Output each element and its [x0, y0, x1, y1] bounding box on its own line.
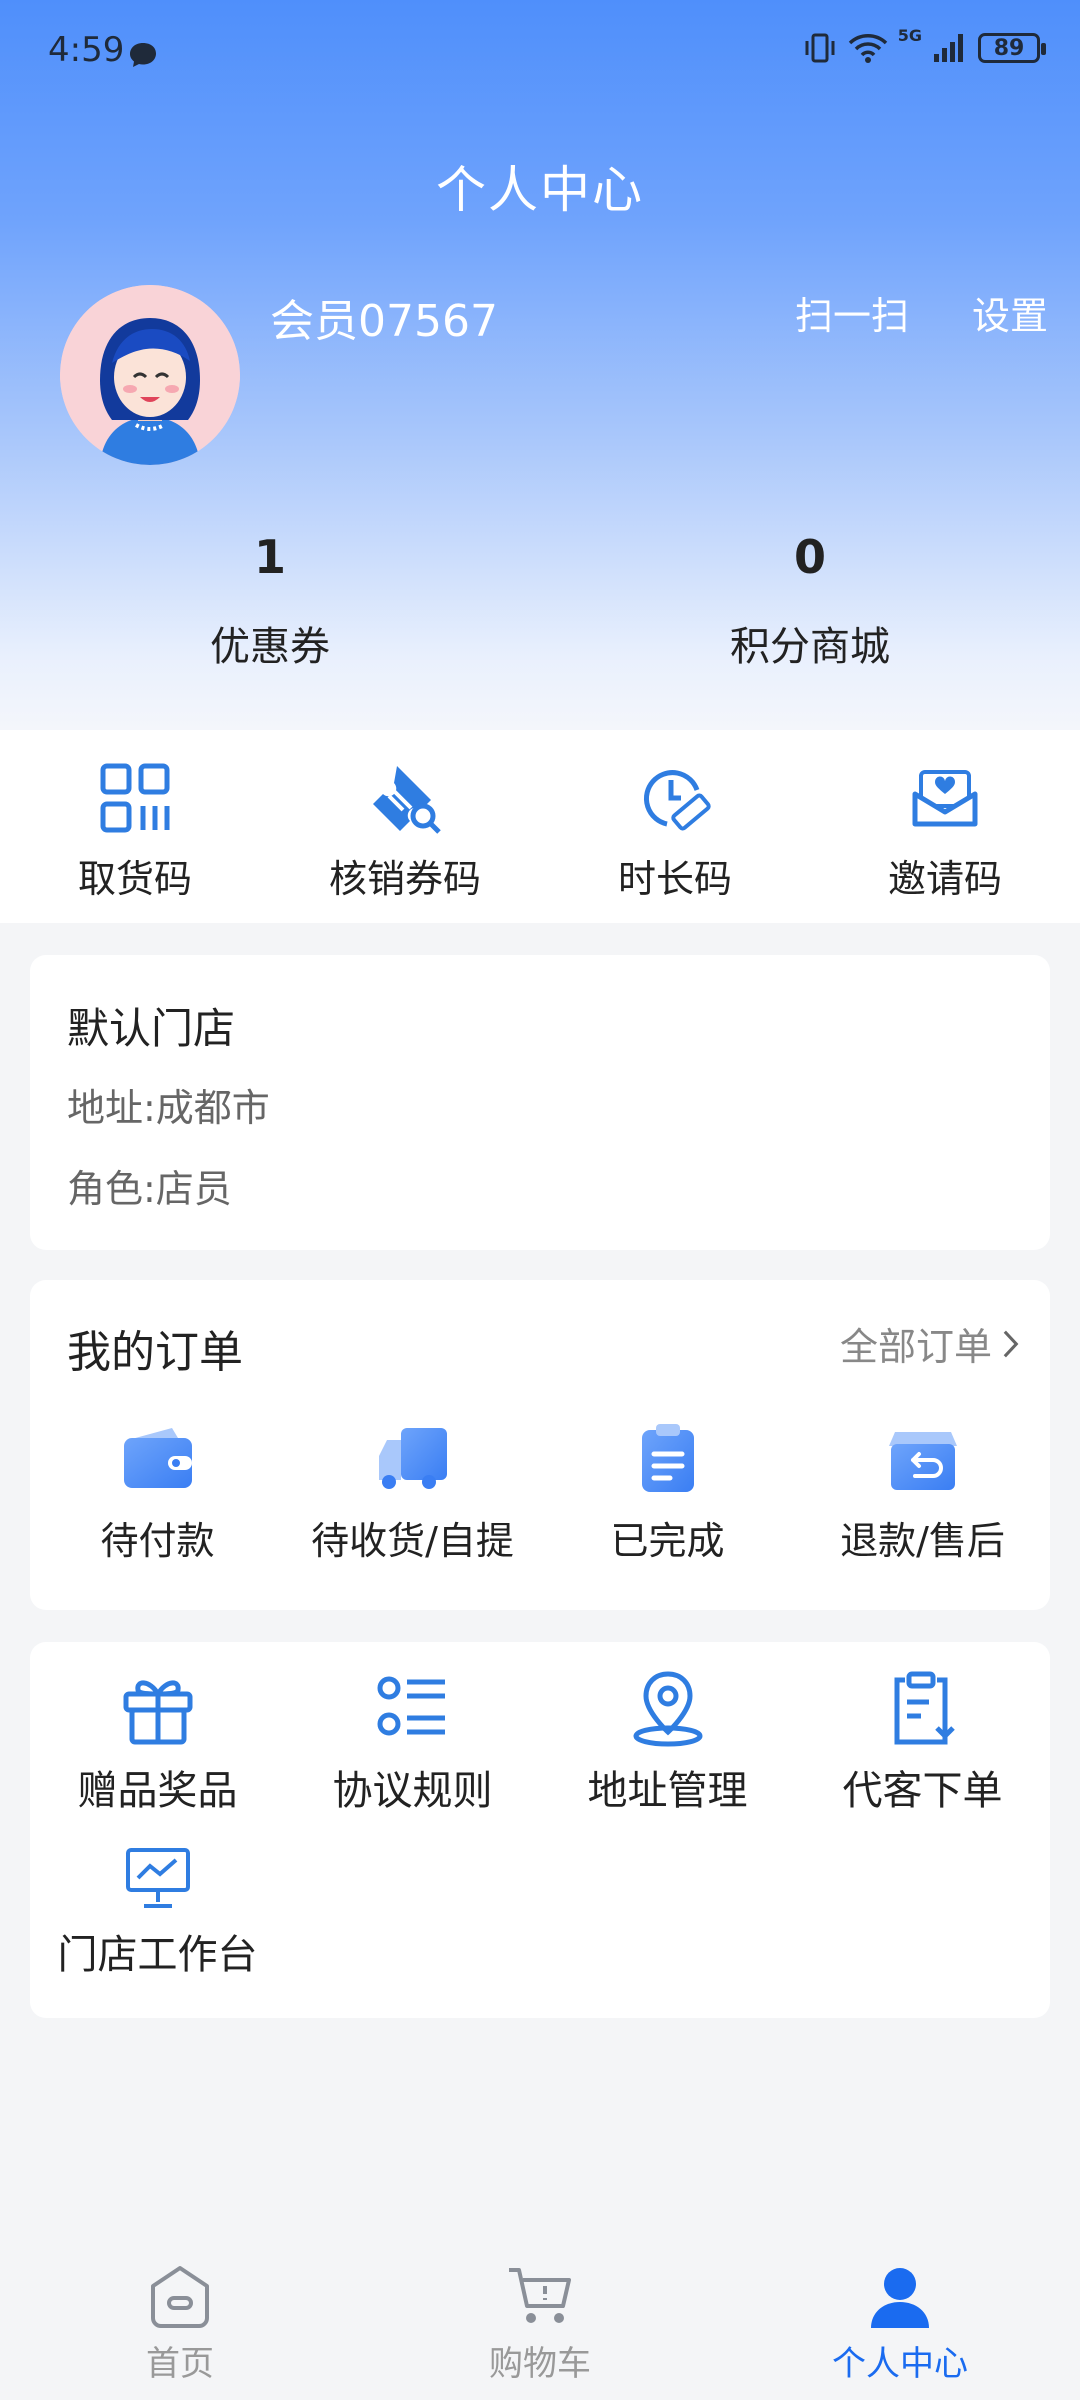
service-label: 赠品奖品: [77, 1768, 238, 1814]
coupon-stat[interactable]: 1 优惠券: [120, 530, 420, 672]
tool-label: 核销券码: [328, 857, 481, 901]
tool-invite-code[interactable]: 邀请码: [810, 730, 1080, 923]
coupon-label: 优惠券: [210, 624, 330, 670]
points-label: 积分商城: [730, 624, 890, 670]
orders-title: 我的订单: [67, 1327, 243, 1378]
location-pin-icon: [633, 1671, 702, 1747]
status-bar: 4:59 5G 89: [0, 0, 1080, 105]
clock-ruler-icon: [644, 770, 711, 831]
clipboard-download-icon: [894, 1671, 955, 1745]
scan-button[interactable]: 扫一扫: [795, 285, 909, 340]
order-pending-delivery[interactable]: 待收货/自提: [285, 1420, 540, 1565]
gift-icon: [123, 1680, 192, 1745]
service-proxy-order[interactable]: 代客下单: [795, 1668, 1050, 1844]
nav-label: 个人中心: [832, 2344, 968, 2384]
tool-label: 时长码: [617, 857, 732, 901]
tool-pickup-code[interactable]: 取货码: [0, 730, 270, 923]
order-item-label: 退款/售后: [840, 1519, 1005, 1563]
message-icon: [128, 38, 158, 67]
order-completed[interactable]: 已完成: [540, 1420, 795, 1565]
service-label: 代客下单: [842, 1768, 1003, 1814]
order-item-label: 待付款: [100, 1519, 215, 1563]
list-icon: [377, 1676, 445, 1736]
services-grid: 赠品奖品 协议规则 地址管理 代客下单 门店工作台: [30, 1668, 1050, 2020]
points-stat[interactable]: 0 积分商城: [660, 530, 960, 672]
invite-envelope-icon: [912, 770, 978, 827]
service-agreements[interactable]: 协议规则: [285, 1668, 540, 1844]
service-store-workbench[interactable]: 门店工作台: [30, 1844, 285, 2020]
store-role: 角色:店员: [67, 1167, 232, 1211]
order-status-row: 待付款 待收货/自提 已完成 退款/售后: [30, 1420, 1050, 1565]
tool-label: 邀请码: [887, 857, 1002, 901]
qr-grid-icon: [100, 763, 170, 833]
nav-label: 首页: [146, 2344, 214, 2384]
cart-icon: [509, 2268, 571, 2323]
nav-cart[interactable]: 购物车: [360, 2240, 720, 2400]
order-item-label: 已完成: [610, 1519, 725, 1563]
person-icon: [871, 2268, 929, 2328]
battery-level: 89: [993, 35, 1025, 61]
ticket-search-icon: [373, 766, 441, 834]
username: 会员07567: [270, 296, 498, 347]
home-icon: [151, 2266, 209, 2328]
points-count: 0: [793, 530, 826, 584]
services-card: 赠品奖品 协议规则 地址管理 代客下单 门店工作台: [30, 1642, 1050, 2018]
tool-label: 取货码: [77, 857, 192, 901]
network-type: 5G: [897, 26, 922, 45]
nav-label: 购物车: [489, 2344, 591, 2384]
avatar[interactable]: [60, 285, 240, 465]
monitor-chart-icon: [125, 1848, 190, 1908]
store-address: 地址:成都市: [67, 1086, 270, 1130]
status-time: 4:59: [48, 30, 125, 70]
tool-verify-coupon[interactable]: 核销券码: [270, 730, 540, 923]
order-refund[interactable]: 退款/售后: [795, 1420, 1050, 1565]
nav-profile[interactable]: 个人中心: [720, 2240, 1080, 2400]
all-orders-label: 全部订单: [839, 1325, 992, 1369]
default-store-card[interactable]: 默认门店 地址:成都市 角色:店员: [30, 955, 1050, 1250]
coupon-count: 1: [253, 530, 286, 584]
nav-home[interactable]: 首页: [0, 2240, 360, 2400]
return-box-icon: [888, 1432, 957, 1490]
vibrate-icon: [805, 33, 835, 63]
all-orders-link[interactable]: 全部订单: [840, 1316, 1020, 1371]
settings-button[interactable]: 设置: [972, 285, 1048, 340]
tool-duration-code[interactable]: 时长码: [540, 730, 810, 923]
service-gifts[interactable]: 赠品奖品: [30, 1668, 285, 1844]
page-title: 个人中心: [436, 161, 644, 219]
order-pending-payment[interactable]: 待付款: [30, 1420, 285, 1565]
status-icons: 5G 89: [802, 26, 1046, 66]
avatar-illustration-icon: [60, 285, 240, 465]
quick-tools: 取货码 核销券码 时长码 邀请码: [0, 730, 1080, 923]
order-item-label: 待收货/自提: [311, 1519, 514, 1563]
store-title: 默认门店: [67, 1004, 236, 1053]
truck-icon: [378, 1428, 447, 1489]
signal-icon: [934, 34, 963, 62]
battery-icon: 89: [978, 33, 1046, 63]
service-address[interactable]: 地址管理: [540, 1668, 795, 1844]
my-orders-card: 我的订单 全部订单 待付款 待收货/自提 已完成 退款/售后: [30, 1280, 1050, 1610]
chevron-right-icon: [1003, 1330, 1019, 1357]
clipboard-icon: [641, 1424, 694, 1492]
service-label: 门店工作台: [57, 1932, 258, 1978]
wallet-icon: [123, 1428, 192, 1488]
wifi-icon: [848, 34, 887, 63]
service-label: 地址管理: [587, 1768, 748, 1814]
service-label: 协议规则: [332, 1768, 493, 1814]
bottom-nav: 首页 购物车 个人中心: [0, 2240, 1080, 2400]
